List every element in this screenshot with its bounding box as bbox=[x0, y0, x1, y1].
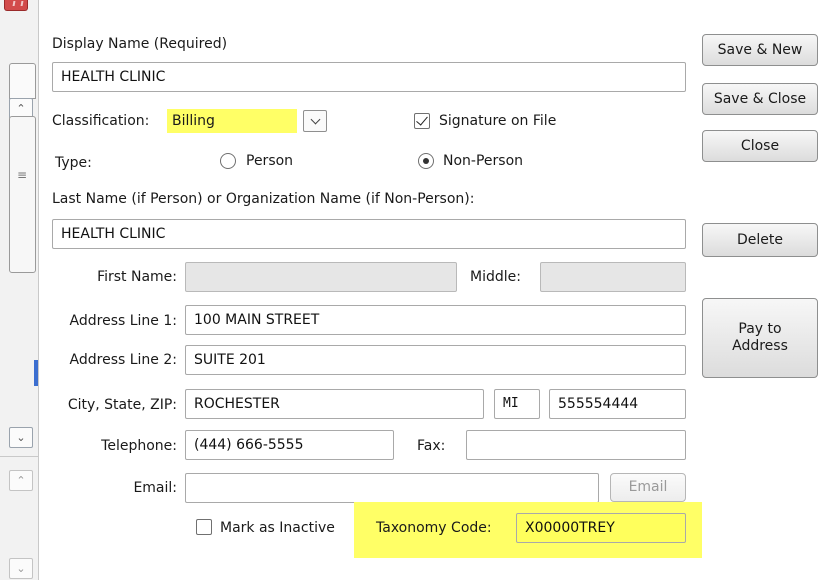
pay-to-address-line1: Pay to bbox=[738, 321, 782, 337]
address-line-2-input[interactable]: SUITE 201 bbox=[185, 345, 686, 375]
type-person-radio[interactable] bbox=[220, 153, 236, 169]
delete-button[interactable]: Delete bbox=[702, 223, 818, 257]
chevron-up-icon: ⌃ bbox=[16, 102, 26, 115]
telephone-input[interactable]: (444) 666-5555 bbox=[185, 430, 394, 460]
classification-value[interactable]: Billing bbox=[167, 109, 297, 133]
chevron-up-icon: ⌃ bbox=[16, 474, 26, 487]
chevron-down-icon: ⌄ bbox=[16, 562, 26, 575]
first-name-input[interactable] bbox=[185, 262, 457, 292]
telephone-label: Telephone: bbox=[101, 438, 177, 454]
type-person-label: Person bbox=[246, 153, 294, 169]
address-line-1-label: Address Line 1: bbox=[69, 313, 177, 329]
signature-on-file-checkbox[interactable] bbox=[414, 113, 430, 129]
classification-dropdown-button[interactable] bbox=[303, 110, 327, 132]
email-label: Email: bbox=[133, 480, 177, 496]
email-input[interactable] bbox=[185, 473, 599, 503]
last-name-input[interactable]: HEALTH CLINIC bbox=[52, 219, 686, 249]
type-nonperson-label: Non-Person bbox=[443, 153, 524, 169]
fax-label: Fax: bbox=[417, 438, 446, 454]
middle-label: Middle: bbox=[470, 269, 521, 285]
pay-to-address-line2: Address bbox=[732, 338, 788, 354]
grip-icon: ≡ bbox=[16, 168, 28, 182]
gutter-divider bbox=[0, 456, 38, 457]
city-input[interactable]: ROCHESTER bbox=[185, 389, 484, 419]
address-line-1-input[interactable]: 100 MAIN STREET bbox=[185, 305, 686, 335]
save-and-new-button[interactable]: Save & New bbox=[702, 34, 818, 66]
pay-to-address-button[interactable]: Pay to Address bbox=[702, 298, 818, 378]
scroll-down-button[interactable]: ⌄ bbox=[9, 427, 33, 448]
mark-inactive-checkbox[interactable] bbox=[196, 519, 212, 535]
city-state-zip-label: City, State, ZIP: bbox=[67, 397, 177, 413]
mark-inactive-label: Mark as Inactive bbox=[220, 520, 335, 536]
first-name-label: First Name: bbox=[97, 269, 177, 285]
scroll-down-button-2[interactable]: ⌄ bbox=[9, 558, 33, 579]
close-button[interactable]: Close bbox=[702, 130, 818, 162]
type-label: Type: bbox=[55, 155, 92, 171]
last-name-label: Last Name (if Person) or Organization Na… bbox=[52, 191, 475, 207]
classification-label: Classification: bbox=[52, 113, 150, 129]
chevron-down-icon: ⌄ bbox=[16, 431, 26, 444]
fax-input[interactable] bbox=[466, 430, 686, 460]
type-nonperson-radio[interactable] bbox=[418, 153, 434, 169]
save-and-close-button[interactable]: Save & Close bbox=[702, 83, 818, 115]
scroll-up-button-2[interactable]: ⌃ bbox=[9, 470, 33, 491]
middle-name-input[interactable] bbox=[540, 262, 686, 292]
state-input[interactable]: MI bbox=[494, 389, 540, 419]
email-button[interactable]: Email bbox=[610, 473, 686, 502]
chevron-down-icon bbox=[310, 114, 320, 125]
taxonomy-code-label: Taxonomy Code: bbox=[376, 520, 492, 536]
address-line-2-label: Address Line 2: bbox=[69, 352, 177, 368]
selection-marker bbox=[34, 360, 38, 386]
close-window-icon[interactable] bbox=[4, 0, 28, 11]
display-name-label: Display Name (Required) bbox=[52, 36, 228, 52]
zip-input[interactable]: 555554444 bbox=[549, 389, 686, 419]
scrollbar-thumb[interactable] bbox=[9, 116, 36, 273]
taxonomy-code-input[interactable]: X00000TREY bbox=[516, 513, 686, 543]
signature-on-file-label: Signature on File bbox=[439, 113, 557, 129]
display-name-input[interactable]: HEALTH CLINIC bbox=[52, 62, 686, 92]
list-scrollbar-top[interactable] bbox=[9, 63, 36, 99]
